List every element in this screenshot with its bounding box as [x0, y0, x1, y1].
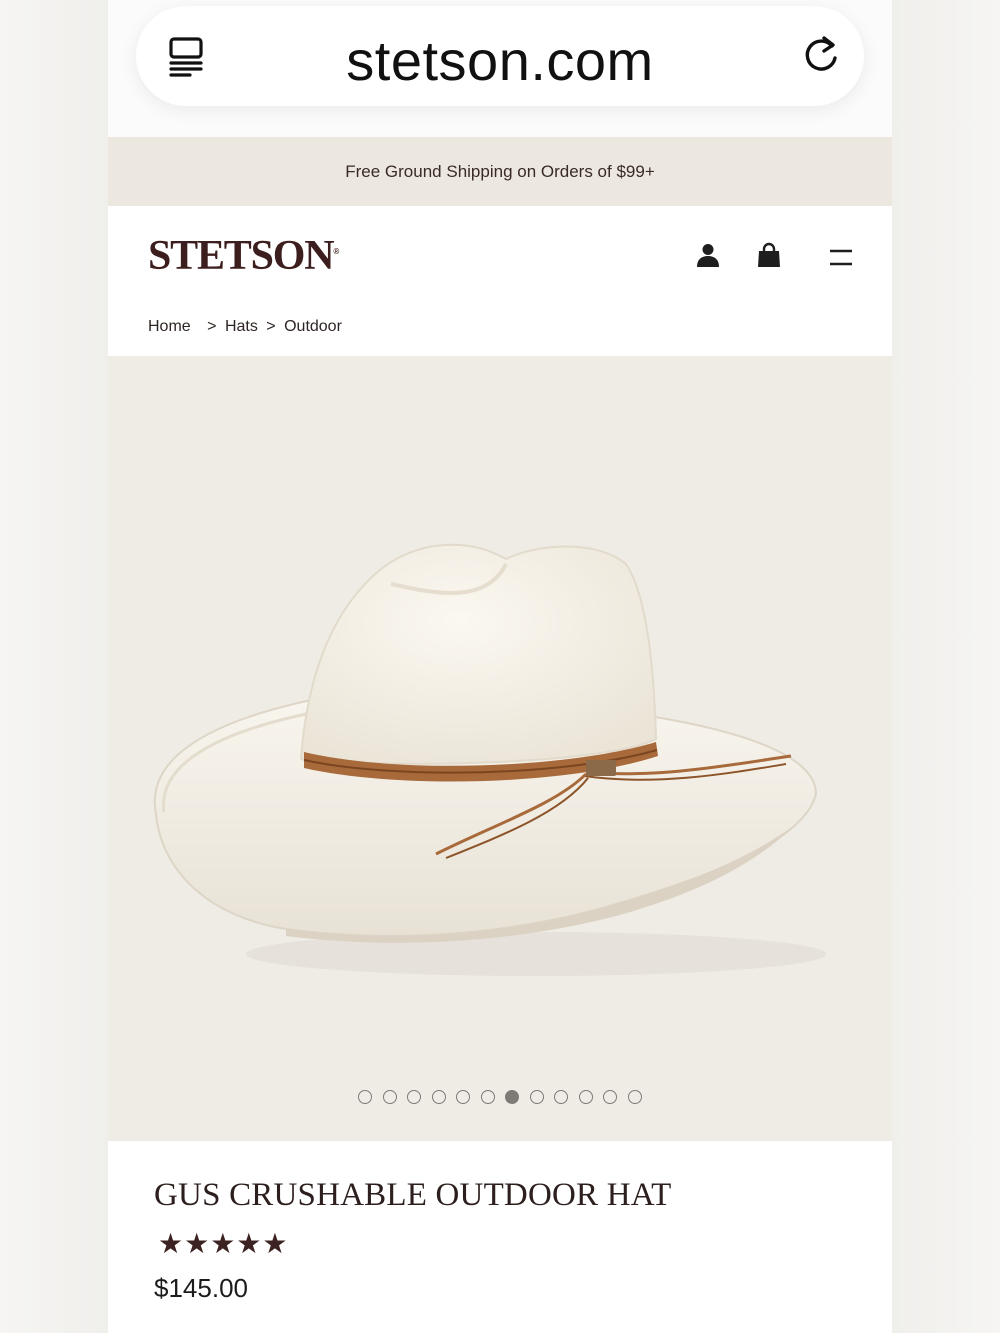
- logo-text: STETSON: [148, 233, 335, 279]
- logo-registered-mark: ®: [333, 247, 339, 256]
- site-header: STETSON®: [108, 206, 892, 300]
- gallery-dot[interactable]: [382, 1090, 397, 1104]
- gallery-dot[interactable]: [554, 1090, 569, 1104]
- gallery-dot[interactable]: [407, 1090, 422, 1104]
- gallery-dot[interactable]: [603, 1090, 618, 1104]
- product-title: GUS CRUSHABLE OUTDOOR HAT: [154, 1177, 672, 1213]
- rating-stars[interactable]: ★★★★★: [158, 1227, 289, 1260]
- breadcrumb: Home > Hats > Outdoor: [148, 318, 346, 336]
- reload-icon[interactable]: [804, 34, 840, 76]
- product-image-gallery[interactable]: [108, 356, 892, 1141]
- gallery-dot[interactable]: [578, 1090, 593, 1104]
- product-price: $145.00: [154, 1273, 248, 1303]
- gallery-dot[interactable]: [431, 1090, 446, 1104]
- gallery-dot[interactable]: [358, 1090, 373, 1104]
- product-image-hat: [153, 543, 826, 976]
- promo-text: Free Ground Shipping on Orders of $99+: [345, 161, 655, 181]
- breadcrumb-outdoor[interactable]: Outdoor: [284, 318, 342, 335]
- browser-viewport: stetson.com Free Ground Shipping on Orde…: [108, 0, 892, 1333]
- browser-toolbar: stetson.com: [108, 0, 892, 137]
- breadcrumb-separator: >: [266, 318, 276, 335]
- gallery-dot[interactable]: [505, 1090, 520, 1104]
- url-text[interactable]: stetson.com: [136, 28, 864, 93]
- gallery-dot[interactable]: [529, 1090, 544, 1104]
- promo-banner: Free Ground Shipping on Orders of $99+: [108, 137, 892, 206]
- address-bar[interactable]: stetson.com: [136, 6, 864, 106]
- page-background-right: [892, 0, 1000, 1333]
- gallery-dot[interactable]: [627, 1090, 642, 1104]
- gallery-pagination: [108, 1090, 892, 1104]
- gallery-dot[interactable]: [480, 1090, 495, 1104]
- product-info: GUS CRUSHABLE OUTDOOR HAT ★★★★★ $145.00: [108, 1141, 892, 1333]
- page-background-left: [0, 0, 108, 1333]
- menu-icon[interactable]: [828, 246, 854, 268]
- stetson-logo[interactable]: STETSON®: [148, 232, 339, 280]
- gallery-dot[interactable]: [456, 1090, 471, 1104]
- breadcrumb-separator: >: [207, 318, 217, 335]
- bag-icon[interactable]: [756, 242, 782, 268]
- account-icon[interactable]: [695, 242, 721, 268]
- breadcrumb-hats[interactable]: Hats: [225, 318, 258, 335]
- breadcrumb-home[interactable]: Home: [148, 318, 191, 335]
